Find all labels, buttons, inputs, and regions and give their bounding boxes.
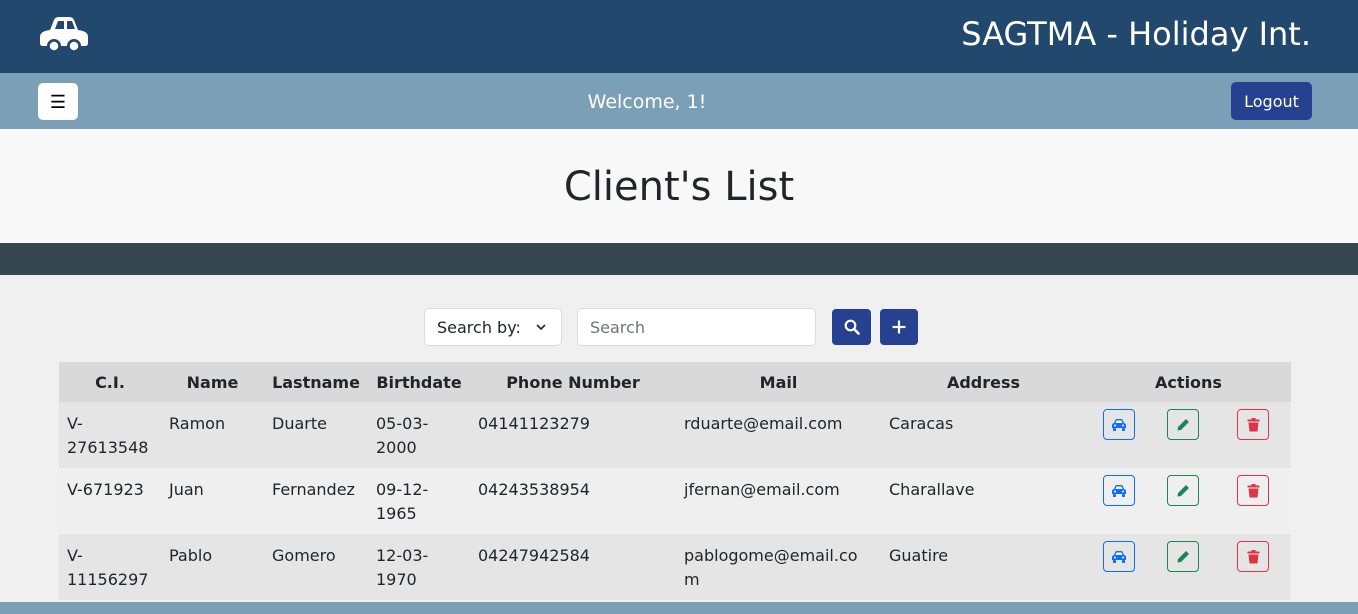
trash-icon	[1247, 483, 1259, 497]
footer-bar	[0, 602, 1358, 614]
trash-icon	[1247, 417, 1259, 431]
delete-button[interactable]	[1237, 475, 1269, 506]
cell-birthdate: 09-12-1965	[376, 480, 429, 523]
cell-address: Charallave	[889, 480, 975, 499]
cell-ci: V-11156297	[67, 546, 149, 589]
trash-icon	[1247, 549, 1259, 563]
logout-button[interactable]: Logout	[1231, 82, 1312, 120]
column-header-name: Name	[186, 372, 239, 392]
column-header-actions: Actions	[1155, 372, 1222, 392]
search-icon	[844, 319, 860, 335]
cell-ci: V-27613548	[67, 414, 149, 457]
table-header-row: C.I. Name Lastname Birthdate Phone Numbe…	[59, 362, 1292, 402]
pencil-icon	[1177, 550, 1189, 562]
search-button[interactable]	[832, 309, 871, 345]
pencil-icon	[1177, 418, 1189, 430]
clients-table: C.I. Name Lastname Birthdate Phone Numbe…	[59, 362, 1292, 600]
cell-address: Guatire	[889, 546, 949, 565]
cell-name: Pablo	[169, 546, 213, 565]
cell-phone: 04141123279	[478, 414, 590, 433]
plus-icon	[892, 320, 906, 334]
column-header-ci: C.I.	[95, 372, 125, 392]
column-header-phone: Phone Number	[506, 372, 640, 392]
car-icon	[1111, 418, 1126, 431]
delete-button[interactable]	[1237, 409, 1269, 440]
search-input[interactable]	[577, 308, 816, 346]
cell-name: Ramon	[169, 414, 226, 433]
chevron-down-icon	[536, 324, 546, 331]
cell-lastname: Fernandez	[272, 480, 355, 499]
vehicles-button[interactable]	[1102, 409, 1135, 440]
edit-button[interactable]	[1167, 475, 1199, 506]
edit-button[interactable]	[1167, 409, 1199, 440]
car-icon	[1111, 550, 1126, 563]
top-header: SAGTMA - Holiday Int.	[0, 0, 1358, 73]
cell-mail: rduarte@email.com	[684, 414, 843, 433]
column-header-birthdate: Birthdate	[376, 372, 462, 392]
add-client-button[interactable]	[880, 309, 918, 345]
car-icon	[1111, 484, 1126, 497]
divider-band	[0, 243, 1358, 275]
welcome-message: Welcome, 1!	[587, 91, 707, 113]
cell-mail: jfernan@email.com	[684, 480, 840, 499]
cell-phone: 04247942584	[478, 546, 590, 565]
column-header-address: Address	[946, 372, 1021, 392]
search-by-label: Search by:	[437, 317, 521, 337]
page-title: Client's List	[563, 164, 795, 210]
cell-phone: 04243538954	[478, 480, 590, 499]
page-header: Client's List	[0, 129, 1358, 243]
car-icon	[40, 17, 88, 53]
cell-birthdate: 12-03-1970	[376, 546, 429, 589]
table-row: V-11156297 Pablo Gomero 12-03-1970 04247…	[59, 534, 1292, 600]
cell-birthdate: 05-03-2000	[376, 414, 429, 457]
delete-button[interactable]	[1237, 541, 1269, 572]
search-by-select[interactable]: Search by:	[424, 308, 562, 346]
cell-name: Juan	[169, 480, 204, 499]
cell-ci: V-671923	[67, 480, 144, 499]
app-title: SAGTMA - Holiday Int.	[961, 15, 1311, 53]
vehicles-button[interactable]	[1102, 475, 1135, 506]
pencil-icon	[1177, 484, 1189, 496]
table-row: V-27613548 Ramon Duarte 05-03-2000 04141…	[59, 402, 1292, 468]
cell-lastname: Duarte	[272, 414, 327, 433]
cell-mail: pablogome@email.com	[684, 546, 858, 589]
column-header-lastname: Lastname	[272, 372, 360, 392]
edit-button[interactable]	[1167, 541, 1199, 572]
column-header-mail: Mail	[759, 372, 798, 392]
vehicles-button[interactable]	[1102, 541, 1135, 572]
cell-lastname: Gomero	[272, 546, 336, 565]
cell-address: Caracas	[889, 414, 954, 433]
navbar: ☰ Welcome, 1! Logout	[0, 73, 1358, 129]
table-row: V-671923 Juan Fernandez 09-12-1965 04243…	[59, 468, 1292, 534]
